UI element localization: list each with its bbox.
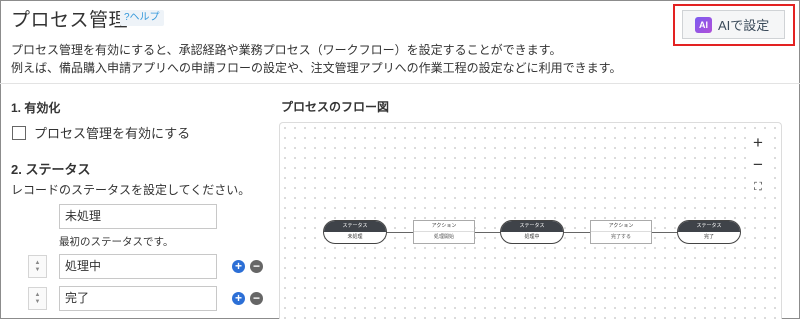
action-header: アクション: [591, 221, 651, 232]
status-heading: 2. ステータス: [11, 162, 91, 177]
flow-action-node[interactable]: アクション 完了する: [590, 220, 652, 244]
add-status-button[interactable]: +: [232, 292, 245, 305]
first-status-input[interactable]: 未処理: [59, 204, 217, 229]
node-label: 未処理: [347, 234, 363, 240]
flow-connector: [652, 232, 677, 233]
enable-checkbox-label[interactable]: プロセス管理を有効にする: [34, 123, 190, 142]
page-title: プロセス管理: [11, 10, 129, 31]
description-line-1: プロセス管理を有効にすると、承認経路や業務プロセス（ワークフロー）を設定すること…: [11, 43, 562, 57]
enable-heading: 1. 有効化: [11, 101, 61, 115]
zoom-out-button[interactable]: −: [747, 155, 769, 175]
flow-status-node[interactable]: ステータス 未処理: [323, 220, 387, 244]
node-label: 完了: [703, 234, 714, 240]
flow-connector: [564, 232, 590, 233]
node-header: ステータス: [501, 221, 563, 232]
reorder-handle-icon[interactable]: ▲ ▼: [28, 255, 47, 278]
node-header: ステータス: [678, 221, 740, 232]
zoom-in-button[interactable]: +: [747, 133, 769, 153]
ai-settings-label: AIで設定: [718, 18, 770, 33]
status-input-2[interactable]: 完了: [59, 286, 217, 311]
ai-icon: AI: [695, 16, 712, 33]
flow-heading: プロセスのフロー図: [281, 100, 390, 114]
flow-connector: [387, 232, 413, 233]
remove-status-button[interactable]: −: [250, 260, 263, 273]
enable-checkbox-row[interactable]: プロセス管理を有効にする: [12, 123, 190, 142]
fit-screen-icon[interactable]: ⛶: [747, 177, 769, 197]
enable-checkbox[interactable]: [12, 125, 26, 140]
action-label: 完了する: [610, 234, 631, 240]
add-status-button[interactable]: +: [232, 260, 245, 273]
divider: [0, 83, 800, 84]
node-label: 処理中: [524, 234, 540, 240]
action-header: アクション: [414, 221, 474, 232]
remove-status-button[interactable]: −: [250, 292, 263, 305]
help-link[interactable]: ?ヘルプ: [120, 10, 164, 26]
flow-status-node[interactable]: ステータス 処理中: [500, 220, 564, 244]
status-description: レコードのステータスを設定してください。: [11, 183, 251, 197]
node-header: ステータス: [324, 221, 386, 232]
description-line-2: 例えば、備品購入申請アプリへの申請フローの設定や、注文管理アプリへの作業工程の設…: [11, 61, 622, 75]
action-label: 処理開始: [433, 234, 454, 240]
first-status-note: 最初のステータスです。: [59, 236, 174, 248]
ai-settings-button[interactable]: AI AIで設定: [682, 10, 785, 39]
flow-status-node[interactable]: ステータス 完了: [677, 220, 741, 244]
flow-action-node[interactable]: アクション 処理開始: [413, 220, 475, 244]
flow-connector: [475, 232, 500, 233]
status-input-1[interactable]: 処理中: [59, 254, 217, 279]
reorder-handle-icon[interactable]: ▲ ▼: [28, 287, 47, 310]
